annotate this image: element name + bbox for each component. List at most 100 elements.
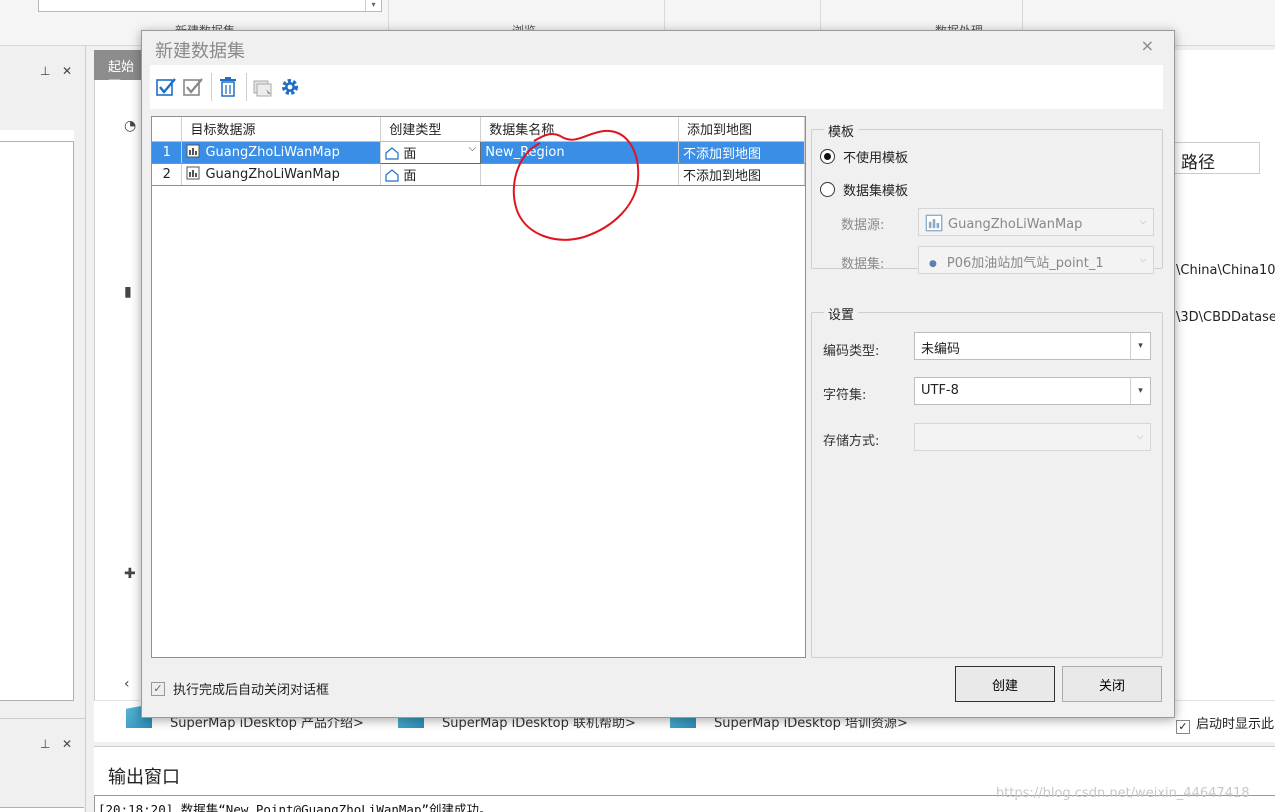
dataset-template-radio[interactable]: 数据集模板 <box>820 180 908 199</box>
type-value: 面 <box>403 168 417 184</box>
row-number-header <box>152 117 183 142</box>
template-datasource-value: GuangZhoLiWanMap <box>948 217 1083 232</box>
checkbox-check-icon[interactable]: ✓ <box>151 681 165 696</box>
datasource-name: GuangZhoLiWanMap <box>205 145 340 160</box>
chevron-down-icon[interactable]: ⌵ <box>1130 424 1150 450</box>
chevron-down-icon[interactable]: ⌵ <box>1133 247 1153 273</box>
no-template-radio[interactable]: 不使用模板 <box>820 147 908 166</box>
delete-icon[interactable] <box>216 75 240 99</box>
column-header-name[interactable]: 数据集名称 <box>480 117 680 142</box>
encoding-select[interactable]: 未编码 ▾ <box>914 332 1151 360</box>
storage-select[interactable]: ⌵ <box>914 423 1151 451</box>
auto-close-checkbox[interactable]: ✓ 执行完成后自动关闭对话框 <box>151 679 329 698</box>
panel-content <box>0 141 74 701</box>
batch-set-icon[interactable] <box>251 75 275 99</box>
template-dataset-value: P06加油站加气站_point_1 <box>946 256 1104 271</box>
table-row[interactable]: 2 GuangZhoLiWanMap 面 不添加到地图 <box>152 163 805 186</box>
datasource-icon <box>186 166 200 180</box>
template-dataset-label: 数据集: <box>841 257 885 272</box>
chevron-down-icon[interactable]: ⌵ <box>1133 209 1153 235</box>
toolbar-separator <box>246 73 247 101</box>
output-window-title: 输出窗口 <box>108 767 180 788</box>
pin-icon[interactable]: ⊥ <box>40 737 50 751</box>
region-icon <box>385 168 399 182</box>
grid-header: 目标数据源 创建类型 数据集名称 添加到地图 <box>152 117 805 142</box>
watermark: https://blog.csdn.net/weixin_44647418 <box>996 786 1250 801</box>
row-number: 1 <box>152 141 183 164</box>
toolbar-separator <box>211 73 212 101</box>
column-header-datasource[interactable]: 目标数据源 <box>181 117 382 142</box>
dataset-grid: 目标数据源 创建类型 数据集名称 添加到地图 1 GuangZhoLiWanMa… <box>151 116 806 658</box>
template-datasource-label: 数据源: <box>841 218 885 233</box>
radio-label: 数据集模板 <box>843 184 909 199</box>
charset-label: 字符集: <box>823 388 867 403</box>
close-icon[interactable]: ✕ <box>62 737 72 751</box>
close-button[interactable]: 关闭 <box>1062 666 1162 702</box>
panel-content <box>0 807 84 812</box>
ribbon-combo[interactable]: ▾ <box>38 0 382 12</box>
radio-label: 不使用模板 <box>843 151 909 166</box>
template-dataset-select[interactable]: ● P06加油站加气站_point_1 ⌵ <box>918 246 1154 274</box>
close-icon[interactable]: ✕ <box>62 64 72 78</box>
type-value: 面 <box>403 146 417 162</box>
left-dock-panel-bottom: ⊥ ✕ <box>0 718 86 812</box>
encoding-label: 编码类型: <box>823 344 880 359</box>
row-number: 2 <box>152 163 183 186</box>
left-dock-panel: ⊥ ✕ <box>0 46 86 718</box>
checkbox-check-icon[interactable]: ✓ <box>1176 720 1190 734</box>
dialog-title: 新建数据集 <box>155 41 245 62</box>
auto-close-label: 执行完成后自动关闭对话框 <box>173 683 330 698</box>
tab-start-page[interactable]: 起始页 <box>94 50 146 94</box>
dropdown-arrow-icon[interactable]: ▾ <box>1130 333 1150 359</box>
new-dataset-dialog: 新建数据集 × 目标数据源 创建类型 数据集名称 添加到地图 1 GuangZh… <box>141 30 1175 718</box>
datasource-cell[interactable]: GuangZhoLiWanMap <box>181 141 382 164</box>
settings-gear-icon[interactable] <box>278 75 302 99</box>
invert-select-icon[interactable] <box>181 75 205 99</box>
output-window: 输出窗口 [20:18:20] 数据集“New_Point@GuangZhoLi… <box>94 746 1275 812</box>
table-row[interactable]: 1 GuangZhoLiWanMap 面 ⌵ New_Region 不添加到地图 <box>152 140 805 164</box>
compass-icon[interactable]: ◔ <box>124 118 136 134</box>
create-button[interactable]: 创建 <box>955 666 1055 702</box>
add-to-map-cell[interactable]: 不添加到地图 <box>678 163 805 186</box>
pin-icon[interactable]: ⊥ <box>40 64 50 78</box>
radio-unselected-icon[interactable] <box>820 182 835 197</box>
select-all-icon[interactable] <box>154 75 178 99</box>
close-icon[interactable]: × <box>1141 36 1154 55</box>
point-dataset-icon: ● <box>929 259 937 269</box>
route-label: 路径 <box>1172 142 1260 174</box>
show-on-startup-checkbox[interactable]: ✓ 启动时显示此 <box>1176 713 1274 734</box>
storage-label: 存储方式: <box>823 434 880 449</box>
charset-select[interactable]: UTF-8 ▾ <box>914 377 1151 405</box>
charset-value: UTF-8 <box>921 383 959 398</box>
book-icon[interactable]: ▮ <box>124 284 132 300</box>
region-icon <box>385 146 399 160</box>
dataset-name-cell[interactable]: New_Region <box>480 141 680 164</box>
datasource-icon <box>186 144 200 158</box>
type-dropdown[interactable]: 面 ⌵ <box>380 140 482 164</box>
dropdown-arrow-icon[interactable]: ▾ <box>1130 378 1150 404</box>
datasource-icon <box>925 214 943 232</box>
recent-path[interactable]: \3D\CBDDataset <box>1176 310 1275 325</box>
template-group-title: 模板 <box>824 121 859 140</box>
chevron-down-icon[interactable]: ▾ <box>365 0 381 11</box>
panel-title-bar: ⊥ ✕ <box>0 46 85 94</box>
column-header-type[interactable]: 创建类型 <box>380 117 482 142</box>
recent-path[interactable]: \China\China100 <box>1176 263 1275 278</box>
datasource-cell[interactable]: GuangZhoLiWanMap <box>181 163 382 186</box>
checkbox-label: 启动时显示此 <box>1196 717 1275 732</box>
settings-group: 设置 <box>811 304 1163 658</box>
column-header-add-to-map[interactable]: 添加到地图 <box>678 117 805 142</box>
radio-selected-icon[interactable] <box>820 149 835 164</box>
output-log-line: [20:18:20] 数据集“New_Point@GuangZhoLiWanMa… <box>98 802 492 812</box>
template-datasource-select[interactable]: GuangZhoLiWanMap ⌵ <box>918 208 1154 236</box>
chevron-down-icon[interactable]: ⌵ <box>469 143 477 154</box>
scroll-left-icon[interactable]: ‹ <box>124 676 130 692</box>
add-to-map-cell[interactable]: 不添加到地图 <box>678 141 805 164</box>
plugin-icon[interactable]: ✚ <box>124 566 136 582</box>
type-cell[interactable]: 面 <box>380 163 482 186</box>
datasource-name: GuangZhoLiWanMap <box>205 167 340 182</box>
encoding-value: 未编码 <box>921 342 961 357</box>
dataset-name-cell[interactable] <box>480 163 680 186</box>
settings-group-title: 设置 <box>824 304 859 323</box>
dialog-toolbar <box>150 65 1163 109</box>
